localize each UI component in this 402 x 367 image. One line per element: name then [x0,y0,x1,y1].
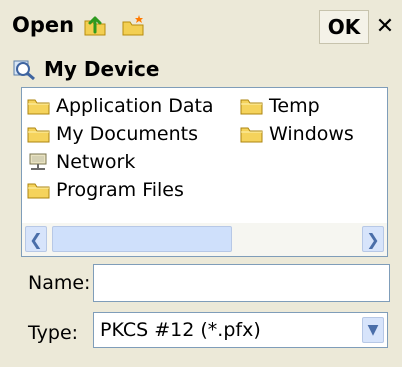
chevron-left-icon: ❮ [29,229,43,249]
close-button[interactable]: ✕ [370,10,400,42]
list-item-label: My Documents [56,123,199,145]
list-item-label: Network [56,151,136,173]
horizontal-scrollbar[interactable]: ❮ ❯ [22,223,387,256]
type-label: Type: [28,322,79,344]
list-item-label: Windows [269,123,354,145]
type-select[interactable]: PKCS #12 (*.pfx) ▼ [93,312,388,348]
up-folder-button[interactable] [80,10,110,40]
folder-icon [240,127,263,143]
folder-icon [27,99,50,115]
dialog-title: Open [12,13,75,37]
chevron-right-icon: ❯ [366,229,380,249]
device-search-icon [13,60,35,80]
list-item-label: Application Data [56,95,214,117]
folder-icon [27,127,50,143]
list-item-label: Temp [269,95,320,117]
location-row: My Device [12,55,159,83]
title-bar: Open OK ✕ [0,0,402,50]
type-select-value: PKCS #12 (*.pfx) [100,319,261,341]
name-input[interactable] [93,264,390,302]
new-folder-icon [122,15,144,36]
list-item-label: Program Files [56,179,184,201]
network-icon [29,153,47,170]
scroll-left-button[interactable]: ❮ [25,226,47,252]
list-item-windows[interactable]: Windows [240,120,354,148]
file-list-column-2: Temp Windows [240,92,354,148]
list-item-my-documents[interactable]: My Documents [27,120,214,148]
list-item-temp[interactable]: Temp [240,92,354,120]
dropdown-button[interactable]: ▼ [362,317,384,343]
up-folder-icon [84,16,106,36]
close-icon: ✕ [375,13,395,39]
scroll-right-button[interactable]: ❯ [362,226,384,252]
folder-icon [240,99,263,115]
ok-button[interactable]: OK [319,10,369,44]
current-location: My Device [44,57,160,81]
list-item-program-files[interactable]: Program Files [27,176,214,204]
list-item-application-data[interactable]: Application Data [27,92,214,120]
file-list-column-1: Application Data My Documents Network Pr… [27,92,214,204]
scroll-thumb[interactable] [52,226,232,252]
name-label: Name: [28,272,91,294]
chevron-down-icon: ▼ [367,322,379,338]
list-item-network[interactable]: Network [27,148,214,176]
folder-icon [27,183,50,199]
new-folder-button[interactable] [118,10,148,40]
